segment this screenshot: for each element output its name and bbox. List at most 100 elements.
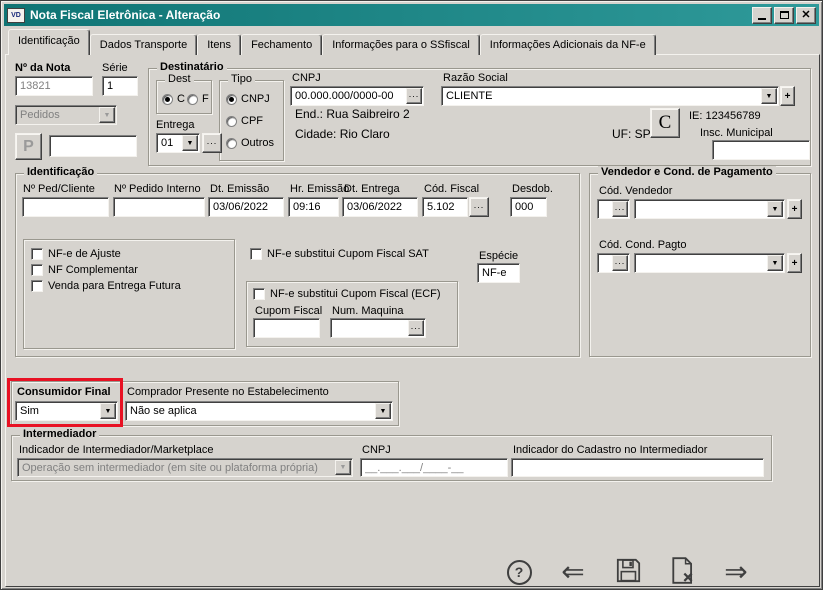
cod-fiscal-lookup-button[interactable]: ... — [469, 197, 489, 217]
save-button[interactable] — [609, 554, 647, 590]
dest-radio-f[interactable]: F — [187, 93, 209, 105]
maximize-button[interactable] — [774, 7, 794, 24]
cod-fiscal-field[interactable]: 5.102 — [422, 197, 468, 217]
dt-emissao-field[interactable]: 03/06/2022 — [208, 197, 284, 217]
numero-nota-field[interactable]: 13821 — [15, 76, 93, 96]
arrow-right-icon: ⇒ — [724, 558, 747, 586]
busca-field[interactable] — [49, 135, 137, 157]
especie-field[interactable]: NF-e — [477, 263, 520, 283]
uf-text: UF: SP — [612, 127, 651, 141]
tipo-radio-cnpj[interactable]: CNPJ — [226, 93, 270, 105]
tab-identificacao[interactable]: Identificação — [8, 29, 90, 55]
num-maquina-lookup-button[interactable]: ... — [408, 320, 424, 336]
p-button[interactable]: P — [15, 133, 42, 160]
tab-fechamento[interactable]: Fechamento — [241, 34, 322, 55]
pedidos-combo[interactable]: Pedidos ▼ — [15, 105, 117, 125]
ped-cliente-field[interactable] — [22, 197, 109, 217]
floppy-disk-icon — [615, 557, 642, 587]
previous-button[interactable]: ⇐ — [554, 554, 592, 590]
cnpj-field[interactable]: 00.000.000/0000-00 ... — [290, 86, 424, 106]
consumidor-dropdown-arrow-icon[interactable]: ▼ — [100, 403, 116, 419]
razao-dropdown-arrow-icon[interactable]: ▼ — [761, 88, 777, 104]
hr-emissao-field[interactable]: 09:16 — [288, 197, 339, 217]
tipo-radio-outros[interactable]: Outros — [226, 137, 274, 149]
indicador-dropdown-arrow-icon[interactable]: ▼ — [335, 460, 351, 475]
especie-label: Espécie — [479, 250, 518, 262]
comprador-dropdown-arrow-icon[interactable]: ▼ — [375, 403, 391, 419]
minimize-button[interactable] — [752, 7, 772, 24]
next-button[interactable]: ⇒ — [717, 554, 755, 590]
indicador-cadastro-field[interactable] — [511, 458, 764, 477]
radio-icon — [162, 94, 173, 105]
nf-complementar-checkbox[interactable]: NF Complementar — [31, 264, 138, 276]
window-title: Nota Fiscal Eletrônica - Alteração — [30, 8, 750, 22]
cod-vendedor-lookup-button[interactable]: ... — [612, 201, 628, 217]
checkbox-label: NF Complementar — [48, 264, 138, 276]
razao-add-button[interactable]: + — [780, 86, 795, 106]
entrega-dropdown-arrow-icon[interactable]: ▼ — [182, 135, 198, 151]
sat-checkbox[interactable]: NF-e substitui Cupom Fiscal SAT — [250, 248, 429, 260]
checkbox-label: NF-e substitui Cupom Fiscal (ECF) — [270, 288, 441, 300]
nfe-ajuste-checkbox[interactable]: NF-e de Ajuste — [31, 248, 121, 260]
razao-social-combo[interactable]: CLIENTE ▼ — [441, 86, 779, 106]
ecf-checkbox[interactable]: NF-e substitui Cupom Fiscal (ECF) — [253, 288, 441, 300]
tipo-radio-cpf[interactable]: CPF — [226, 115, 263, 127]
comprador-presente-label: Comprador Presente no Estabelecimento — [127, 386, 329, 398]
cod-cond-pagto-field[interactable]: ... — [597, 253, 630, 273]
radio-icon — [226, 138, 237, 149]
desdob-field[interactable]: 000 — [510, 197, 547, 217]
cod-vendedor-field[interactable]: ... — [597, 199, 630, 219]
indicador-intermediador-combo[interactable]: Operação sem intermediador (em site ou p… — [17, 458, 353, 477]
vendedor-combo[interactable]: ▼ — [634, 199, 785, 219]
entrega-lookup-button[interactable]: ... — [202, 133, 222, 153]
serie-label: Série — [102, 62, 128, 74]
dest-radio-c[interactable]: C — [162, 93, 185, 105]
intermediador-cnpj-field[interactable]: __.___.___/____-__ — [360, 458, 508, 477]
pedido-interno-field[interactable] — [113, 197, 205, 217]
entrega-combo[interactable]: 01 ▼ — [156, 133, 200, 153]
comprador-presente-combo[interactable]: Não se aplica ▼ — [125, 401, 393, 421]
tab-informacoes-adicionais[interactable]: Informações Adicionais da NF-e — [480, 34, 656, 55]
checkbox-icon — [31, 280, 43, 292]
tab-informacoes-ssfiscal[interactable]: Informações para o SSfiscal — [322, 34, 480, 55]
help-button[interactable]: ? — [500, 554, 538, 590]
close-button[interactable]: ✕ — [796, 7, 816, 24]
venda-entrega-futura-checkbox[interactable]: Venda para Entrega Futura — [31, 280, 181, 292]
pedido-interno-label: Nº Pedido Interno — [114, 183, 201, 195]
tab-itens[interactable]: Itens — [197, 34, 241, 55]
radio-label: CNPJ — [241, 93, 270, 105]
cond-pagto-dropdown-arrow-icon[interactable]: ▼ — [767, 255, 783, 271]
radio-label: C — [177, 93, 185, 105]
hr-emissao-label: Hr. Emissão — [290, 183, 349, 195]
dt-entrega-field[interactable]: 03/06/2022 — [342, 197, 418, 217]
radio-icon — [226, 94, 237, 105]
consumidor-final-label: Consumidor Final — [17, 386, 111, 398]
help-icon: ? — [507, 560, 532, 585]
serie-field[interactable]: 1 — [102, 76, 138, 96]
cod-cond-pagto-label: Cód. Cond. Pagto — [599, 239, 686, 251]
insc-municipal-field[interactable] — [712, 140, 810, 160]
cnpj-lookup-button[interactable]: ... — [406, 88, 422, 104]
cond-pagto-combo[interactable]: ▼ — [634, 253, 785, 273]
ie-text: IE: 123456789 — [689, 110, 761, 122]
cond-pagto-lookup-button[interactable]: ... — [612, 255, 628, 271]
vendedor-add-button[interactable]: + — [787, 199, 802, 219]
cod-vendedor-label: Cód. Vendedor — [599, 185, 672, 197]
numero-nota-label: Nº da Nota — [15, 62, 70, 74]
title-bar[interactable]: VD Nota Fiscal Eletrônica - Alteração ✕ — [4, 4, 819, 26]
vendedor-dropdown-arrow-icon[interactable]: ▼ — [767, 201, 783, 217]
checkbox-label: NF-e substitui Cupom Fiscal SAT — [267, 248, 429, 260]
checkbox-icon — [253, 288, 265, 300]
minimize-icon — [758, 18, 766, 20]
consumidor-final-combo[interactable]: Sim ▼ — [15, 401, 118, 421]
cliente-button[interactable]: C — [650, 108, 680, 138]
tab-dados-transporte[interactable]: Dados Transporte — [90, 34, 197, 55]
insc-municipal-label: Insc. Municipal — [700, 127, 773, 139]
dt-entrega-label: Dt. Entrega — [344, 183, 400, 195]
checkbox-label: NF-e de Ajuste — [48, 248, 121, 260]
cond-pagto-add-button[interactable]: + — [787, 253, 802, 273]
cancel-document-button[interactable] — [663, 554, 701, 590]
cupom-fiscal-field[interactable] — [253, 318, 320, 338]
pedidos-dropdown-arrow-icon[interactable]: ▼ — [99, 107, 115, 123]
num-maquina-field[interactable]: ... — [330, 318, 426, 338]
